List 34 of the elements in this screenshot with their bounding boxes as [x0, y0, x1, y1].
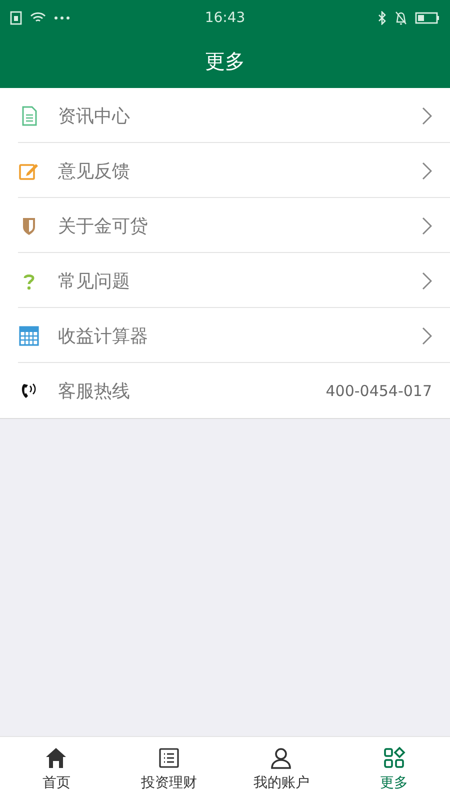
bluetooth-icon	[376, 10, 387, 24]
menu-item[interactable]: 客服热线 400-0454-017	[0, 363, 450, 418]
grid-icon	[382, 746, 406, 770]
tab-label: 我的账户	[253, 774, 310, 792]
user-icon	[269, 746, 294, 770]
nav-tab[interactable]: 首页	[0, 737, 112, 800]
menu-item[interactable]: 意见反馈	[0, 143, 450, 198]
menu-label: 意见反馈	[58, 160, 131, 182]
menu-label: 资讯中心	[58, 104, 131, 128]
sim-icon	[10, 10, 22, 24]
menu-label: 收益计算器	[58, 324, 149, 348]
status-time: 16:43	[204, 10, 246, 26]
bell-icon	[394, 10, 407, 24]
nav-tab[interactable]: 投资理财	[112, 737, 225, 800]
menu-label: 客服热线	[58, 380, 131, 402]
home-icon	[44, 746, 68, 770]
wifi-icon	[30, 11, 46, 24]
page-title: 更多	[205, 48, 245, 75]
tab-label: 投资理财	[140, 774, 197, 792]
battery-icon	[414, 12, 440, 24]
nav-tab[interactable]: 我的账户	[225, 737, 338, 800]
menu-label: 关于金可贷	[58, 214, 149, 238]
menu-item[interactable]: 常见问题	[0, 253, 450, 308]
hotline-number: 400-0454-017	[326, 382, 432, 400]
more-icon	[54, 16, 70, 20]
nav-tab[interactable]: 更多	[338, 737, 450, 800]
tab-label: 首页	[42, 774, 70, 792]
list-icon	[156, 746, 181, 770]
menu-item[interactable]: 关于金可贷	[0, 198, 450, 253]
menu-label: 常见问题	[58, 270, 131, 292]
menu-item[interactable]: 资讯中心	[0, 88, 450, 143]
menu-item[interactable]: 收益计算器	[0, 308, 450, 363]
calculator-icon	[18, 324, 40, 346]
tab-label: 更多	[380, 774, 408, 792]
